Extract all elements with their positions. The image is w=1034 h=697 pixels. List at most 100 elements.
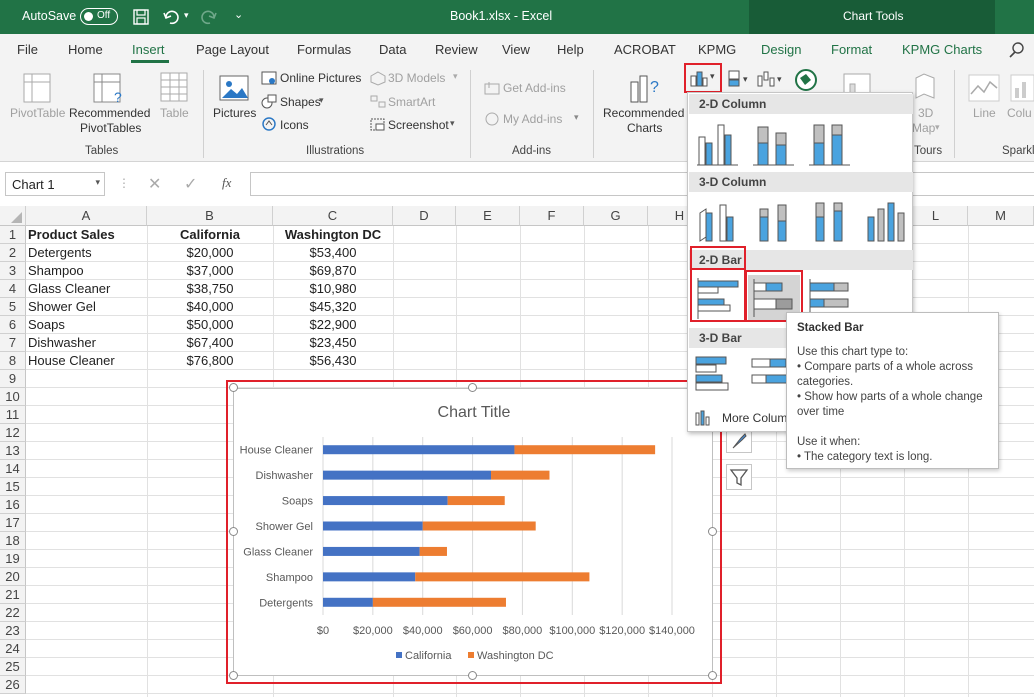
tab-kpmg[interactable]: KPMG (698, 42, 736, 57)
clustered-column-icon[interactable] (696, 121, 740, 167)
row-header[interactable]: 23 (0, 622, 26, 640)
row-header[interactable]: 6 (0, 316, 26, 334)
name-box-dropdown-icon[interactable]: ▾ (95, 177, 100, 188)
row-header[interactable]: 10 (0, 388, 26, 406)
customize-toolbar-icon[interactable]: ⌄ (234, 8, 243, 21)
autosave-toggle[interactable]: Off (80, 8, 118, 25)
data-cell[interactable]: $40,000 (147, 298, 273, 316)
row-header[interactable]: 4 (0, 280, 26, 298)
column-header[interactable]: B (147, 206, 273, 226)
data-cell[interactable]: $53,400 (273, 244, 393, 262)
row-header[interactable]: 8 (0, 352, 26, 370)
data-cell[interactable]: $23,450 (273, 334, 393, 352)
row-header[interactable]: 20 (0, 568, 26, 586)
pictures-button[interactable]: Pictures (213, 106, 256, 120)
shapes-dropdown-icon[interactable]: ▾ (319, 95, 324, 106)
online-pictures-button[interactable]: Online Pictures (280, 71, 361, 85)
hierarchy-chart-icon[interactable]: ▾ (727, 68, 753, 90)
resize-handle[interactable] (229, 383, 238, 392)
tab-help[interactable]: Help (557, 42, 584, 57)
3d-stacked-column-icon[interactable] (752, 199, 796, 243)
undo-icon[interactable] (162, 8, 182, 26)
row-header[interactable]: 18 (0, 532, 26, 550)
data-cell[interactable]: $20,000 (147, 244, 273, 262)
row-header[interactable]: 11 (0, 406, 26, 424)
data-cell[interactable]: Detergents (28, 244, 92, 262)
recommended-pivottables-button[interactable]: Recommended (69, 106, 150, 120)
row-header[interactable]: 7 (0, 334, 26, 352)
data-cell[interactable]: House Cleaner (28, 352, 115, 370)
get-addins-button[interactable]: Get Add-ins (503, 81, 566, 95)
data-cell[interactable]: Glass Cleaner (28, 280, 110, 298)
row-header[interactable]: 19 (0, 550, 26, 568)
pivottable-button[interactable]: PivotTable (10, 106, 65, 120)
insert-column-bar-chart-button[interactable]: ▾ (684, 63, 722, 93)
embedded-chart[interactable]: Chart Title $0 $20,000 $40,000 $60,000 $80,00… (233, 388, 713, 676)
row-header[interactable]: 9 (0, 370, 26, 388)
shapes-button[interactable]: Shapes (280, 95, 321, 109)
data-cell[interactable]: $22,900 (273, 316, 393, 334)
data-cell[interactable]: $76,800 (147, 352, 273, 370)
data-cell[interactable]: Shampoo (28, 262, 84, 280)
data-cell[interactable]: $56,430 (273, 352, 393, 370)
column-header[interactable]: D (393, 206, 456, 226)
resize-handle[interactable] (468, 671, 477, 680)
3d-clustered-bar-icon[interactable] (694, 353, 738, 397)
data-cell[interactable]: $10,980 (273, 280, 393, 298)
data-cell[interactable]: $37,000 (147, 262, 273, 280)
column-header[interactable]: E (456, 206, 520, 226)
select-all-corner[interactable] (0, 206, 26, 226)
tab-page-layout[interactable]: Page Layout (196, 42, 269, 57)
row-header[interactable]: 26 (0, 676, 26, 694)
search-icon[interactable] (1008, 41, 1026, 59)
row-header[interactable]: 13 (0, 442, 26, 460)
formula-input[interactable] (250, 172, 1034, 196)
3d-map-button[interactable]: 3D (918, 106, 933, 120)
save-icon[interactable] (132, 8, 150, 26)
smartart-button[interactable]: SmartArt (388, 95, 435, 109)
row-header[interactable]: 22 (0, 604, 26, 622)
row-header[interactable]: 5 (0, 298, 26, 316)
chart-filters-button[interactable] (726, 464, 752, 490)
tab-home[interactable]: Home (68, 42, 103, 57)
column-header[interactable]: F (520, 206, 584, 226)
cell-b1[interactable]: California (147, 226, 273, 244)
tab-design[interactable]: Design (761, 42, 801, 57)
tab-format[interactable]: Format (831, 42, 872, 57)
my-addins-button[interactable]: My Add-ins (503, 112, 562, 126)
insert-function-button[interactable]: fx (222, 175, 231, 191)
maps-chart-icon[interactable] (794, 68, 820, 94)
3d-map-icon[interactable] (912, 72, 938, 102)
undo-dropdown-icon[interactable]: ▾ (184, 10, 189, 21)
resize-handle[interactable] (708, 527, 717, 536)
name-box[interactable]: Chart 1 ▾ (5, 172, 105, 196)
3d-column-icon[interactable] (864, 199, 908, 243)
icons-button[interactable]: Icons (280, 118, 309, 132)
my-addins-dropdown-icon[interactable]: ▾ (574, 112, 579, 123)
3d-clustered-column-icon[interactable] (696, 199, 740, 243)
tab-review[interactable]: Review (435, 42, 478, 57)
resize-handle[interactable] (708, 671, 717, 680)
tab-data[interactable]: Data (379, 42, 406, 57)
resize-handle[interactable] (468, 383, 477, 392)
sparkline-column-button[interactable]: Colu (1007, 106, 1032, 120)
tab-view[interactable]: View (502, 42, 530, 57)
tab-file[interactable]: File (17, 42, 38, 57)
data-cell[interactable]: Soaps (28, 316, 65, 334)
tab-formulas[interactable]: Formulas (297, 42, 351, 57)
row-header[interactable]: 2 (0, 244, 26, 262)
row-header[interactable]: 14 (0, 460, 26, 478)
100-stacked-column-icon[interactable] (808, 121, 852, 167)
screenshot-button[interactable]: Screenshot (388, 118, 449, 132)
cell-c1[interactable]: Washington DC (273, 226, 393, 244)
data-cell[interactable]: $50,000 (147, 316, 273, 334)
column-header[interactable]: M (968, 206, 1034, 226)
column-header[interactable]: L (904, 206, 968, 226)
column-header[interactable]: A (26, 206, 147, 226)
screenshot-dropdown-icon[interactable]: ▾ (450, 118, 455, 129)
waterfall-chart-icon[interactable]: ▾ (756, 68, 786, 90)
data-cell[interactable]: Dishwasher (28, 334, 96, 352)
3d-100-stacked-column-icon[interactable] (808, 199, 852, 243)
resize-handle[interactable] (229, 527, 238, 536)
data-cell[interactable]: $67,400 (147, 334, 273, 352)
